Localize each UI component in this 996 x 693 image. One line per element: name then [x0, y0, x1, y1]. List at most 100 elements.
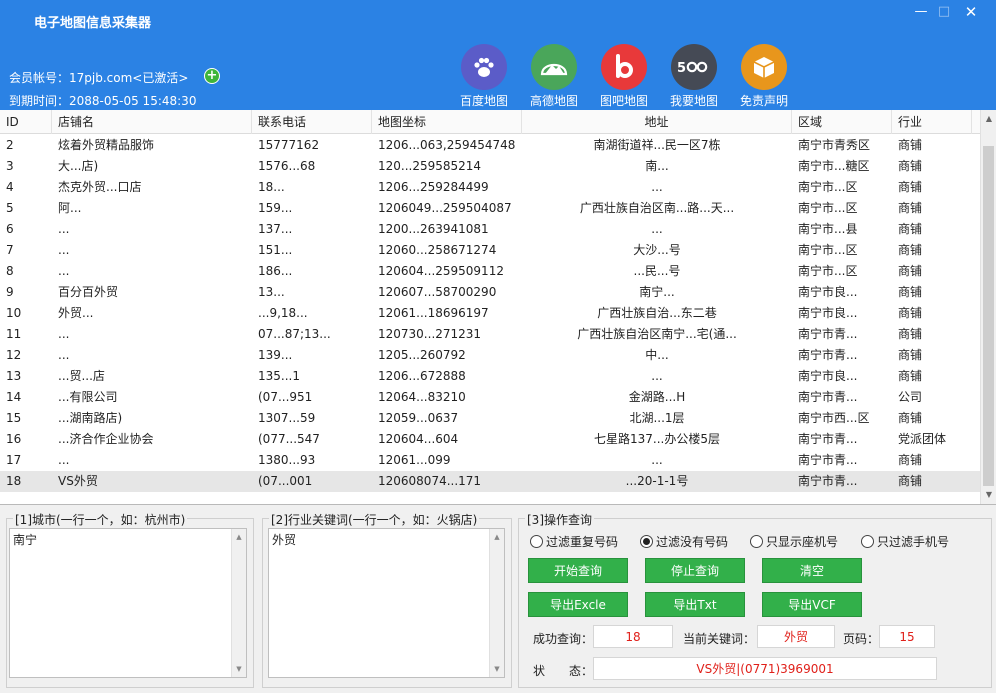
cell-name: ...	[58, 453, 70, 467]
success-count-label: 成功查询：	[533, 632, 594, 646]
cell-address: ...民...号	[633, 264, 681, 278]
box-icon	[741, 44, 787, 90]
cell-phone: 18...	[258, 180, 285, 194]
500-icon: 5	[671, 44, 717, 90]
table-scrollbar[interactable]: ▲ ▼	[980, 110, 996, 504]
cell-id: 16	[6, 432, 22, 446]
table-row[interactable]: 7... 151... 12060...258671274 大沙...号 南宁市...区…	[0, 240, 980, 261]
table-row[interactable]: 13 ...贸...店 135...1 1206...672888... 南宁市良...…	[0, 366, 980, 387]
col-area[interactable]: 区域	[792, 110, 892, 134]
mobile-only-radio[interactable]: 只过滤手机号	[861, 533, 949, 550]
radio-circle-icon[interactable]	[530, 535, 543, 548]
start-query-button[interactable]: 开始查询	[528, 558, 628, 583]
table-row[interactable]: 15 ...湖南路店) 1307...59 12059...0637 北湖...1层 南宁…	[0, 408, 980, 429]
scroll-up-icon[interactable]: ▲	[981, 112, 996, 126]
woyao-map-button[interactable]: 5 我要地图	[664, 44, 724, 109]
export-excel-button[interactable]: 导出Excle	[528, 592, 628, 617]
table-row[interactable]: 18 VS外贸 (07...001 120608074...171 ...20-1-1号…	[0, 471, 980, 492]
cell-id: 5	[6, 201, 14, 215]
landline-only-label: 只显示座机号	[766, 535, 839, 549]
tuba-map-label: 图吧地图	[599, 94, 648, 108]
cell-coord: 1206...063,259454748	[378, 138, 516, 152]
table-row[interactable]: 4 杰克外贸...口店 18... 1206...259284499... 南宁市...…	[0, 177, 980, 198]
col-industry[interactable]: 行业	[892, 110, 972, 134]
table-row[interactable]: 5 阿... 159... 1206049...259504087 广西壮族自治区南..…	[0, 198, 980, 219]
keyword-input-scrollbar[interactable]: ▲ ▼	[489, 529, 504, 677]
disclaimer-button[interactable]: 免责声明	[734, 44, 794, 109]
results-table[interactable]: ID 店铺名 联系电话 地图坐标 地址 区域 行业 2 炫着外贸精品服饰 15777…	[0, 110, 996, 505]
ops-panel-legend: [3]操作查询	[525, 511, 594, 528]
cell-coord: 1205...260792	[378, 348, 466, 362]
close-button[interactable]: ✕	[960, 3, 982, 21]
scroll-down-icon[interactable]: ▼	[232, 662, 246, 676]
cell-industry: 商铺	[898, 327, 923, 341]
cell-area: 南宁市良...	[798, 285, 858, 299]
col-address[interactable]: 地址	[522, 110, 792, 134]
table-row[interactable]: 10 外贸... ...9,18... 12061...18696197 广西壮族自治.…	[0, 303, 980, 324]
export-vcf-button[interactable]: 导出VCF	[762, 592, 862, 617]
scroll-down-icon[interactable]: ▼	[981, 488, 996, 502]
table-row[interactable]: 16 ...济合作企业协会 (077...547 120604...604 七星路137…	[0, 429, 980, 450]
cell-coord: 120730...271231	[378, 327, 482, 341]
table-row[interactable]: 2 炫着外贸精品服饰 15777162 1206...063,259454748 南湖街…	[0, 135, 980, 156]
cell-name: 大...店)	[58, 159, 99, 173]
radio-circle-icon[interactable]	[861, 535, 874, 548]
keyword-input[interactable]: 外贸 ▲ ▼	[268, 528, 505, 678]
minimize-button[interactable]: —	[910, 3, 932, 21]
city-panel-legend: [1]城市(一行一个，如：杭州市)	[13, 511, 188, 528]
cell-name: VS外贸	[58, 474, 98, 488]
scroll-thumb[interactable]	[983, 146, 994, 486]
cell-coord: 120...259585214	[378, 159, 482, 173]
cell-area: 南宁市...区	[798, 264, 858, 278]
scroll-up-icon[interactable]: ▲	[232, 530, 246, 544]
tuba-map-button[interactable]: 图吧地图	[594, 44, 654, 109]
cell-area: 南宁市...区	[798, 201, 858, 215]
table-row[interactable]: 12... 139... 1205...260792 中... 南宁市青... 商铺	[0, 345, 980, 366]
cell-id: 7	[6, 243, 14, 257]
col-name[interactable]: 店铺名	[52, 110, 252, 134]
table-row[interactable]: 3 大...店) 1576...68 120...259585214 南... 南宁市..…	[0, 156, 980, 177]
col-coord[interactable]: 地图坐标	[372, 110, 522, 134]
table-row[interactable]: 17... 1380...93 12061...099... 南宁市青... 商铺	[0, 450, 980, 471]
filter-no-number-radio[interactable]: 过滤没有号码	[640, 533, 728, 550]
cell-coord: 1206049...259504087	[378, 201, 512, 215]
table-header: ID 店铺名 联系电话 地图坐标 地址 区域 行业	[0, 110, 980, 134]
cell-address: 金湖路...H	[628, 390, 686, 404]
filter-duplicate-radio[interactable]: 过滤重复号码	[530, 533, 618, 550]
radio-circle-icon[interactable]	[750, 535, 763, 548]
col-id[interactable]: ID	[0, 110, 52, 134]
cell-address: 广西壮族自治区南...路...天...	[579, 201, 735, 215]
export-txt-button[interactable]: 导出Txt	[645, 592, 745, 617]
scroll-up-icon[interactable]: ▲	[490, 530, 504, 544]
cell-industry: 商铺	[898, 453, 923, 467]
baidu-map-button[interactable]: 百度地图	[454, 44, 514, 109]
table-row[interactable]: 9 百分百外贸 13... 120607...58700290 南宁... 南宁市良...…	[0, 282, 980, 303]
cell-area: 南宁市青...	[798, 327, 858, 341]
cell-address: 南...	[645, 159, 669, 173]
clear-button[interactable]: 清空	[762, 558, 862, 583]
plus-circle-icon[interactable]: +	[204, 68, 220, 84]
landline-only-radio[interactable]: 只显示座机号	[750, 533, 838, 550]
cell-id: 3	[6, 159, 14, 173]
gaode-map-button[interactable]: 高德地图	[524, 44, 584, 109]
cell-phone: 139...	[258, 348, 293, 362]
radio-circle-icon[interactable]	[640, 535, 653, 548]
maximize-button[interactable]: □	[933, 3, 955, 21]
scroll-down-icon[interactable]: ▼	[490, 662, 504, 676]
city-input-scrollbar[interactable]: ▲ ▼	[231, 529, 246, 677]
table-row[interactable]: 6... 137... 1200...263941081... 南宁市...县 商铺	[0, 219, 980, 240]
stop-query-button[interactable]: 停止查询	[645, 558, 745, 583]
cell-industry: 商铺	[898, 285, 923, 299]
col-phone[interactable]: 联系电话	[252, 110, 372, 134]
table-row[interactable]: 14 ...有限公司 (07...951 12064...83210 金湖路...H 南宁…	[0, 387, 980, 408]
table-row[interactable]: 8... 186... 120604...259509112 ...民...号 南宁市.…	[0, 261, 980, 282]
cell-coord: 120607...58700290	[378, 285, 497, 299]
table-row[interactable]: 11... 07...87;13... 120730...271231 广西壮族自治区…	[0, 324, 980, 345]
member-account: 会员帐号：17pjb.com<已激活>	[9, 71, 189, 85]
cell-address: 南湖街道祥...民一区7栋	[593, 138, 721, 152]
cell-id: 12	[6, 348, 22, 362]
cell-industry: 商铺	[898, 159, 923, 173]
cell-coord: 12061...18696197	[378, 306, 489, 320]
title-bar: 电子地图信息采集器 — □ ✕ 会员帐号：17pjb.com<已激活> + 到期…	[0, 0, 996, 110]
city-input[interactable]: 南宁 ▲ ▼	[9, 528, 247, 678]
